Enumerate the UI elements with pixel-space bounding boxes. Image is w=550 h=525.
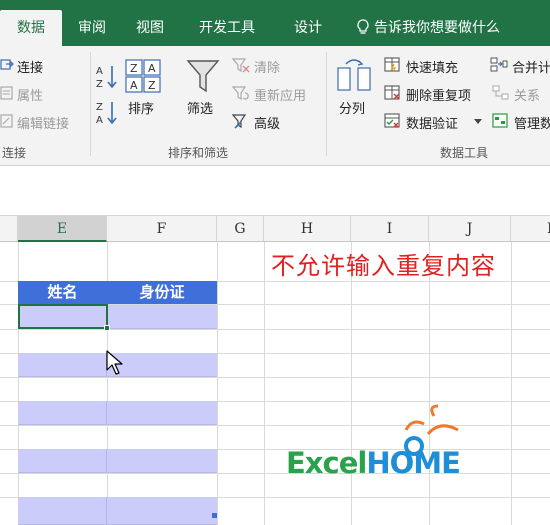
consolidate-button[interactable]: 合并计: [512, 57, 550, 76]
tab-design[interactable]: 设计: [282, 10, 334, 46]
column-header-f[interactable]: F: [107, 216, 217, 242]
properties-icon: [0, 86, 13, 100]
data-validation-icon: [384, 113, 400, 128]
column-header-i[interactable]: I: [351, 216, 429, 242]
chevron-down-icon[interactable]: [474, 119, 482, 125]
excelhome-logo: ExcelHOME: [286, 446, 461, 480]
consolidate-icon: [490, 57, 508, 72]
header-id-card[interactable]: 身份证: [107, 281, 217, 304]
cell-divider: [106, 401, 107, 424]
grid-line: [429, 242, 430, 525]
manage-data-model-button[interactable]: 管理数: [514, 113, 550, 132]
svg-text:A: A: [96, 66, 103, 77]
connections-button[interactable]: 连接: [17, 57, 43, 76]
select-all-corner[interactable]: [0, 216, 18, 242]
edit-links-button[interactable]: 编辑链接: [17, 113, 69, 132]
tab-view[interactable]: 视图: [124, 10, 176, 46]
flash-fill-button[interactable]: 快速填充: [406, 57, 458, 76]
svg-text:A: A: [130, 79, 138, 92]
filter-button[interactable]: 筛选: [187, 98, 213, 117]
table-row[interactable]: [18, 449, 217, 473]
advanced-button[interactable]: 高级: [254, 113, 280, 132]
advanced-filter-icon: [232, 114, 247, 129]
clear-button[interactable]: 清除: [254, 57, 280, 76]
grid-line: [217, 242, 218, 525]
svg-text:A: A: [148, 62, 156, 75]
grid-line: [0, 473, 550, 474]
table-row[interactable]: [18, 401, 217, 425]
grid-line: [0, 425, 550, 426]
svg-text:Z: Z: [130, 62, 138, 75]
cell-divider: [106, 449, 107, 472]
properties-button[interactable]: 属性: [17, 85, 43, 104]
logo-home: HOME: [366, 446, 461, 480]
column-header-g[interactable]: G: [217, 216, 264, 242]
grid-line: [351, 242, 352, 525]
grid-line: [0, 329, 550, 330]
table-row[interactable]: [18, 497, 217, 525]
grid-line: [264, 242, 265, 525]
reapply-icon: [232, 86, 249, 101]
sort-ascending-icon[interactable]: A Z: [96, 64, 118, 90]
fill-handle[interactable]: [104, 325, 110, 331]
text-to-columns-icon: [337, 59, 371, 91]
svg-text:A: A: [96, 115, 103, 126]
remove-duplicates-button[interactable]: 删除重复项: [406, 85, 471, 104]
edit-links-icon: [0, 114, 13, 128]
logo-excel: Excel: [286, 446, 367, 480]
text-to-columns-button[interactable]: 分列: [339, 98, 365, 117]
tell-me-search[interactable]: 告诉我你想要做什么: [356, 10, 500, 46]
data-validation-button[interactable]: 数据验证: [406, 113, 458, 132]
tell-me-text: 告诉我你想要做什么: [374, 20, 500, 36]
column-header-h[interactable]: H: [264, 216, 351, 242]
connections-icon: [0, 59, 14, 70]
ribbon-tab-bar: 数据 审阅 视图 开发工具 设计 告诉我你想要做什么: [0, 0, 550, 46]
lightbulb-icon: [357, 19, 369, 34]
mouse-pointer-icon: [106, 350, 123, 375]
sort-button[interactable]: 排序: [128, 98, 154, 117]
column-header-k[interactable]: K: [511, 216, 550, 242]
data-tools-group-label: 数据工具: [440, 146, 489, 160]
column-header-j[interactable]: J: [429, 216, 511, 242]
remove-duplicates-icon: [384, 85, 400, 100]
sort-filter-group-label: 排序和筛选: [168, 146, 229, 160]
grid-line: [0, 377, 550, 378]
ribbon: 连接 属性 编辑链接 连接 A Z Z A Z A A Z 排序 筛选 清除 重…: [0, 46, 550, 166]
cell-divider: [106, 497, 107, 524]
svg-text:Z: Z: [148, 79, 156, 92]
svg-text:Z: Z: [96, 79, 103, 90]
relationships-icon: [492, 85, 509, 100]
tab-developer[interactable]: 开发工具: [184, 10, 270, 46]
active-cell-e[interactable]: [18, 304, 108, 329]
sort-descending-icon[interactable]: Z A: [96, 100, 118, 126]
manage-data-model-icon: [492, 113, 508, 128]
header-name[interactable]: 姓名: [18, 281, 107, 304]
relationships-button[interactable]: 关系: [514, 85, 540, 104]
connections-group-label: 连接: [2, 146, 27, 160]
group-separator: [326, 52, 327, 156]
column-header-e[interactable]: E: [18, 216, 107, 242]
filter-funnel-icon: [186, 60, 220, 93]
clear-filter-icon: [232, 58, 250, 73]
reapply-button[interactable]: 重新应用: [254, 85, 306, 104]
flash-fill-icon: [384, 57, 400, 73]
tab-review[interactable]: 审阅: [66, 10, 118, 46]
grid-line: [511, 242, 512, 525]
group-separator: [90, 52, 91, 156]
annotation-text: 不允许输入重复内容: [271, 252, 496, 280]
sort-dialog-icon: Z A A Z: [125, 59, 161, 93]
table-resize-handle[interactable]: [212, 513, 217, 518]
svg-text:Z: Z: [96, 102, 103, 113]
formula-area-blank: [0, 166, 550, 216]
tab-data[interactable]: 数据: [0, 10, 62, 46]
